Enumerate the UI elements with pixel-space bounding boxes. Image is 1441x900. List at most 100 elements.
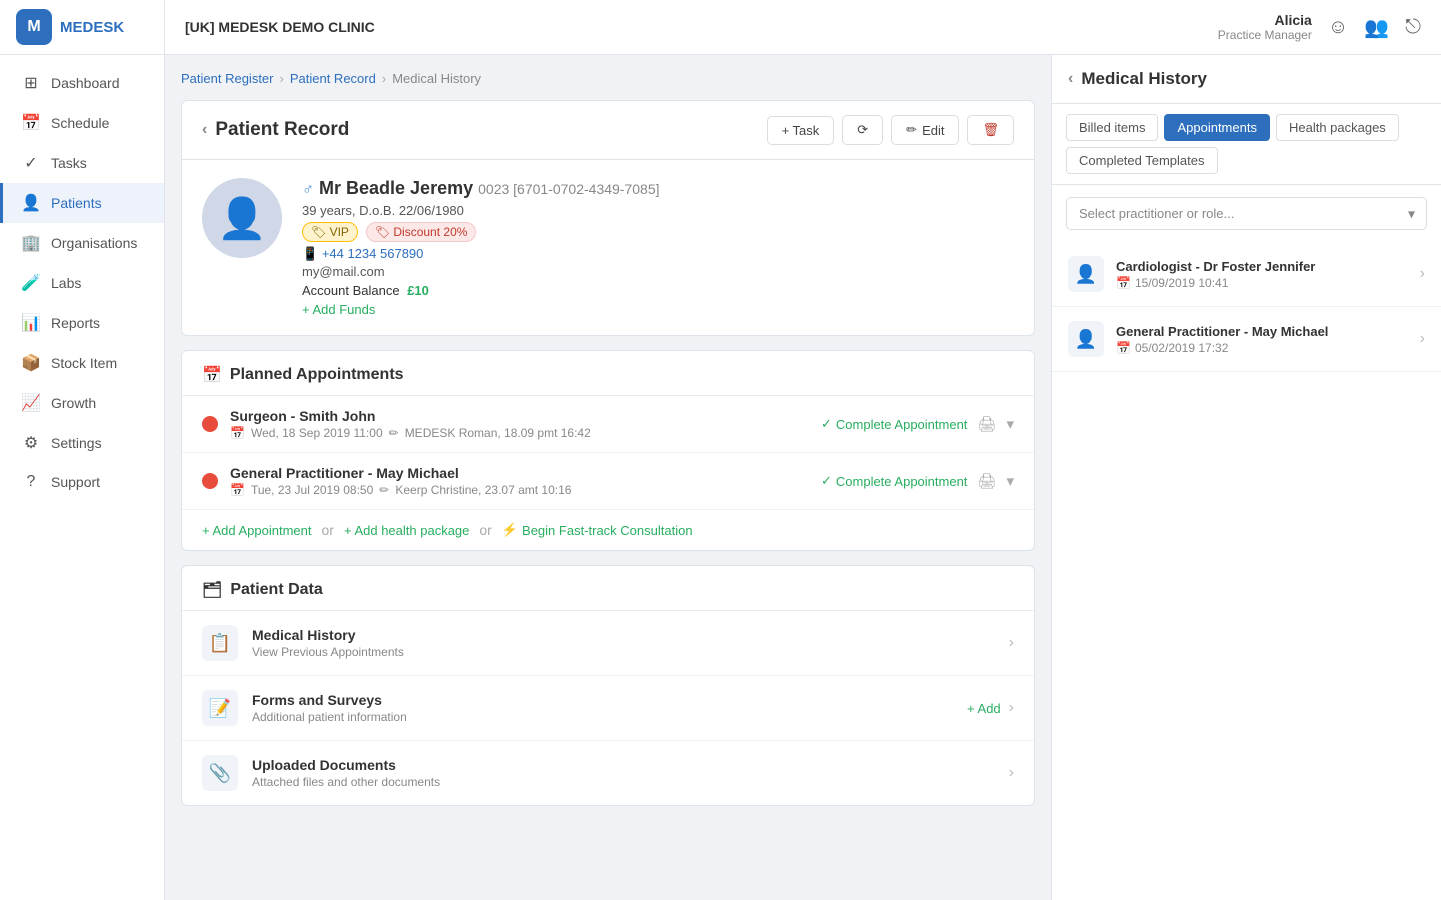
add-health-package-link[interactable]: + Add health package xyxy=(344,523,469,538)
add-task-button[interactable]: + Task xyxy=(767,116,835,145)
sidebar-item-label: Schedule xyxy=(51,115,109,131)
chevron-right-icon[interactable]: › xyxy=(1009,764,1014,782)
breadcrumb-patient-record[interactable]: Patient Record xyxy=(290,71,376,86)
sidebar-item-growth[interactable]: 📈 Growth xyxy=(0,383,164,423)
breadcrumb-patient-register[interactable]: Patient Register xyxy=(181,71,274,86)
sidebar-item-organisations[interactable]: 🏢 Organisations xyxy=(0,223,164,263)
patient-data-row[interactable]: 📎 Uploaded Documents Attached files and … xyxy=(182,741,1034,805)
delete-button[interactable]: 🗑 xyxy=(967,115,1014,145)
add-form-link[interactable]: + Add xyxy=(967,701,1001,716)
sidebar-item-stock[interactable]: 📦 Stock Item xyxy=(0,343,164,383)
appointment-actions: ✓ Complete Appointment 🖨 ▾ xyxy=(821,415,1014,433)
sidebar-item-label: Organisations xyxy=(51,235,137,251)
patient-data-actions: › xyxy=(1009,764,1014,782)
sidebar-item-tasks[interactable]: ✓ Tasks xyxy=(0,143,164,183)
appointment-info: General Practitioner - May Michael 📅 Tue… xyxy=(230,465,809,497)
dashboard-icon: ⊞ xyxy=(21,73,41,93)
organisations-icon: 🏢 xyxy=(21,233,41,253)
sidebar-item-label: Stock Item xyxy=(51,355,117,371)
chevron-right-icon[interactable]: › xyxy=(1009,699,1014,717)
patient-email: my@mail.com xyxy=(302,264,1014,279)
practitioner-select[interactable]: Select practitioner or role... xyxy=(1066,197,1427,230)
sidebar-item-label: Growth xyxy=(51,395,96,411)
main-panel: Patient Register › Patient Record › Medi… xyxy=(165,55,1051,900)
add-appointment-link[interactable]: + Add Appointment xyxy=(202,523,312,538)
patients-icon: 👤 xyxy=(21,193,41,213)
breadcrumb: Patient Register › Patient Record › Medi… xyxy=(181,71,1035,86)
tab-completed-templates[interactable]: Completed Templates xyxy=(1066,147,1218,174)
people-icon[interactable]: 👥 xyxy=(1364,15,1389,40)
logo-text: MEDESK xyxy=(60,19,124,36)
edit-button[interactable]: ✏ Edit xyxy=(891,115,959,145)
begin-fasttrack-link[interactable]: ⚡ Begin Fast-track Consultation xyxy=(502,522,693,538)
patient-data-row[interactable]: 📝 Forms and Surveys Additional patient i… xyxy=(182,676,1034,741)
content: Patient Register › Patient Record › Medi… xyxy=(165,55,1441,900)
patient-phone[interactable]: 📱 +44 1234 567890 xyxy=(302,246,1014,262)
patient-data-section: 🗂 Patient Data 📋 Medical History View Pr… xyxy=(181,565,1035,806)
complete-appointment-button[interactable]: ✓ Complete Appointment xyxy=(821,416,967,432)
tabs-row: Billed items Appointments Health package… xyxy=(1052,104,1441,185)
right-panel-back-icon[interactable]: ‹ xyxy=(1068,70,1073,88)
user-info: Alicia Practice Manager xyxy=(1218,12,1312,42)
sidebar-item-schedule[interactable]: 📅 Schedule xyxy=(0,103,164,143)
tab-appointments[interactable]: Appointments xyxy=(1164,114,1270,141)
right-panel: ‹ Medical History Billed items Appointme… xyxy=(1051,55,1441,900)
main-area: [UK] MEDESK DEMO CLINIC Alicia Practice … xyxy=(165,0,1441,900)
tab-billed-items[interactable]: Billed items xyxy=(1066,114,1158,141)
appointment-history-item[interactable]: 👤 General Practitioner - May Michael 📅 0… xyxy=(1052,307,1441,372)
patient-data-row[interactable]: 📋 Medical History View Previous Appointm… xyxy=(182,611,1034,676)
sidebar-item-settings[interactable]: ⚙ Settings xyxy=(0,423,164,463)
user-role: Practice Manager xyxy=(1218,28,1312,42)
appointment-history-info: General Practitioner - May Michael 📅 05/… xyxy=(1116,324,1408,355)
sidebar-item-label: Reports xyxy=(51,315,100,331)
back-arrow-icon[interactable]: ‹ xyxy=(202,121,207,139)
growth-icon: 📈 xyxy=(21,393,41,413)
appointment-name: General Practitioner - May Michael xyxy=(230,465,809,481)
patient-data-actions: › xyxy=(1009,634,1014,652)
sidebar-item-support[interactable]: ? Support xyxy=(0,463,164,501)
appointment-history-info: Cardiologist - Dr Foster Jennifer 📅 15/0… xyxy=(1116,259,1408,290)
sync-button[interactable]: ⟳ xyxy=(842,115,883,145)
sidebar-item-labs[interactable]: 🧪 Labs xyxy=(0,263,164,303)
tab-health-packages[interactable]: Health packages xyxy=(1276,114,1399,141)
patient-data-info: Medical History View Previous Appointmen… xyxy=(252,627,995,659)
edit-icon: ✏ xyxy=(379,483,389,497)
patient-data-actions: + Add › xyxy=(967,699,1014,717)
sidebar-nav: ⊞ Dashboard📅 Schedule✓ Tasks👤 Patients🏢 … xyxy=(0,55,164,900)
logo-icon: M xyxy=(16,9,52,45)
topbar: [UK] MEDESK DEMO CLINIC Alicia Practice … xyxy=(165,0,1441,55)
sidebar-item-dashboard[interactable]: ⊞ Dashboard xyxy=(0,63,164,103)
sidebar-item-label: Dashboard xyxy=(51,75,120,91)
sidebar-logo: M MEDESK xyxy=(0,0,164,55)
appointment-meta: 📅 Tue, 23 Jul 2019 08:50 ✏ Keerp Christi… xyxy=(230,483,809,497)
smiley-icon[interactable]: ☺ xyxy=(1328,16,1348,39)
sidebar-item-label: Tasks xyxy=(51,155,87,171)
account-balance: Account Balance £10 xyxy=(302,283,1014,298)
patient-badges: 🏷 VIP 🏷 Discount 20% xyxy=(302,222,1014,242)
dropdown-icon[interactable]: ▾ xyxy=(1006,415,1014,433)
appointment-history-date: 📅 15/09/2019 10:41 xyxy=(1116,276,1408,290)
sidebar-item-reports[interactable]: 📊 Reports xyxy=(0,303,164,343)
forms-icon: 📝 xyxy=(202,690,238,726)
appointment-row: Surgeon - Smith John 📅 Wed, 18 Sep 2019 … xyxy=(182,396,1034,453)
add-funds-link[interactable]: + Add Funds xyxy=(302,302,375,317)
sidebar-item-label: Patients xyxy=(51,195,102,211)
sidebar-item-patients[interactable]: 👤 Patients xyxy=(0,183,164,223)
user-name: Alicia xyxy=(1218,12,1312,28)
patient-data-header: 🗂 Patient Data xyxy=(182,566,1034,611)
quick-links: + Add Appointment or + Add health packag… xyxy=(182,510,1034,550)
documents-icon: 📎 xyxy=(202,755,238,791)
patient-info-section: 👤 ♂ Mr Beadle Jeremy 0023 [6701-0702-434… xyxy=(182,160,1034,335)
appointment-history-item[interactable]: 👤 Cardiologist - Dr Foster Jennifer 📅 15… xyxy=(1052,242,1441,307)
print-icon[interactable]: 🖨 xyxy=(977,415,996,433)
gender-icon: ♂ xyxy=(302,181,314,198)
logout-icon[interactable]: ⎋ xyxy=(1405,16,1421,39)
calendar-icon: 📅 xyxy=(1116,341,1131,355)
dropdown-icon[interactable]: ▾ xyxy=(1006,472,1014,490)
complete-appointment-button[interactable]: ✓ Complete Appointment xyxy=(821,473,967,489)
discount-badge: 🏷 Discount 20% xyxy=(366,222,477,242)
topbar-right: Alicia Practice Manager ☺ 👥 ⎋ xyxy=(1218,12,1421,42)
print-icon[interactable]: 🖨 xyxy=(977,472,996,490)
right-panel-header: ‹ Medical History xyxy=(1052,55,1441,104)
chevron-right-icon[interactable]: › xyxy=(1009,634,1014,652)
